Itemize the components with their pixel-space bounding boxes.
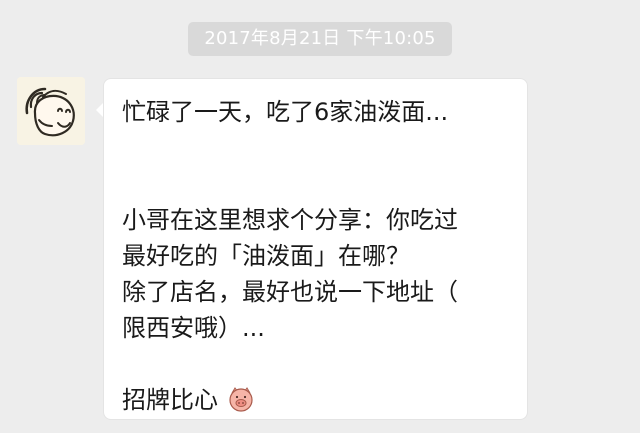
message-line-last: 招牌比心: [122, 382, 509, 418]
message-bubble[interactable]: 忙碌了一天，吃了6家油泼面... 小哥在这里想求个分享：你吃过 最好吃的「油泼面…: [103, 78, 528, 420]
message-line: 忙碌了一天，吃了6家油泼面...: [122, 98, 449, 126]
timestamp: 2017年8月21日 下午10:05: [188, 22, 452, 56]
avatar-icon[interactable]: [17, 77, 85, 145]
message-line: 除了店名，最好也说一下地址（: [122, 278, 458, 306]
message-text: 招牌比心: [122, 386, 218, 414]
pig-emoji-icon: [227, 385, 255, 413]
message-line: 最好吃的「油泼面」在哪？: [122, 242, 410, 270]
message-line: 限西安哦）...: [122, 314, 265, 342]
message-line: 小哥在这里想求个分享：你吃过: [122, 206, 458, 234]
